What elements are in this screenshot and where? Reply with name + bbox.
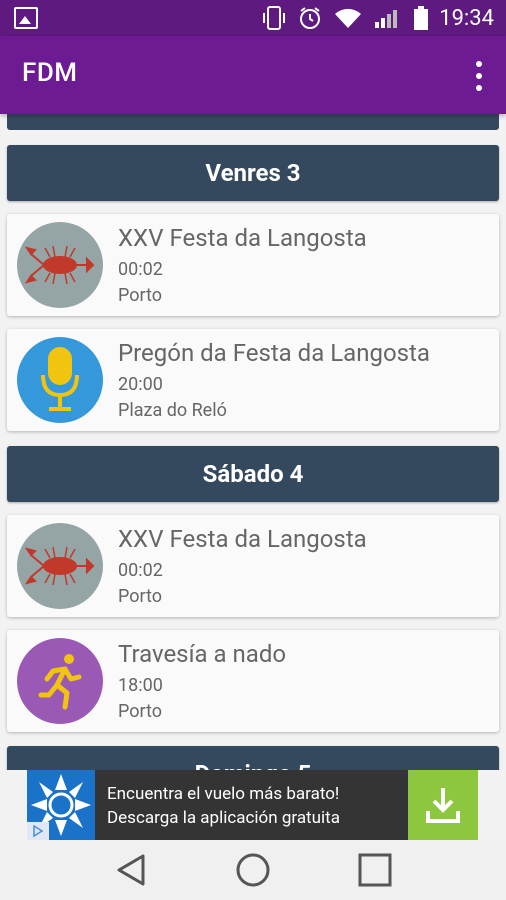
ad-line-1: Encuentra el vuelo más barato! xyxy=(107,784,340,804)
status-time: 19:34 xyxy=(439,5,494,31)
overflow-menu-icon[interactable] xyxy=(474,61,484,91)
day-header: Sábado 4 xyxy=(7,446,499,502)
signal-icon xyxy=(375,10,398,28)
event-place: Porto xyxy=(118,285,163,306)
event-title: Pregón da Festa da Langosta xyxy=(118,339,430,367)
image-notification-icon xyxy=(14,7,38,29)
microphone-icon xyxy=(17,337,103,423)
lobster-icon xyxy=(17,523,103,609)
status-bar: 19:34 xyxy=(0,0,506,36)
ad-choices-icon[interactable] xyxy=(27,822,49,840)
recents-icon[interactable] xyxy=(357,852,393,888)
lobster-icon xyxy=(17,222,103,308)
event-card[interactable]: Pregón da Festa da Langosta 20:00 Plaza … xyxy=(7,329,499,431)
event-title: Travesía a nado xyxy=(118,640,287,668)
day-header: Domingo 5 xyxy=(7,746,499,770)
day-header-partial xyxy=(7,114,499,130)
ad-banner[interactable]: Encuentra el vuelo más barato! Descarga … xyxy=(27,770,478,840)
ad-line-2: Descarga la aplicación gratuita xyxy=(107,808,340,828)
event-list[interactable]: Venres 3 XXV Festa da Langosta 00:02 Por… xyxy=(0,114,506,770)
runner-icon xyxy=(17,638,103,724)
wifi-icon xyxy=(335,8,362,28)
alarm-icon xyxy=(300,7,321,29)
battery-icon xyxy=(414,6,429,30)
app-title: FDM xyxy=(22,58,78,88)
vibrate-icon xyxy=(263,6,286,30)
ad-text: Encuentra el vuelo más barato! Descarga … xyxy=(107,782,340,830)
event-time: 18:00 xyxy=(118,675,163,696)
event-time: 00:02 xyxy=(118,259,163,280)
status-icons: 19:34 xyxy=(261,4,494,32)
event-time: 20:00 xyxy=(118,374,163,395)
back-icon[interactable] xyxy=(113,852,149,888)
event-time: 00:02 xyxy=(118,560,163,581)
navigation-bar xyxy=(0,840,506,900)
event-card[interactable]: XXV Festa da Langosta 00:02 Porto xyxy=(7,515,499,617)
app-bar: FDM xyxy=(0,36,506,114)
event-place: Porto xyxy=(118,586,163,607)
day-header: Venres 3 xyxy=(7,145,499,201)
event-place: Plaza do Reló xyxy=(118,400,227,421)
home-icon[interactable] xyxy=(235,852,271,888)
event-title: XXV Festa da Langosta xyxy=(118,224,367,252)
download-icon[interactable] xyxy=(408,770,478,840)
event-place: Porto xyxy=(118,701,163,722)
event-card[interactable]: Travesía a nado 18:00 Porto xyxy=(7,630,499,732)
event-card[interactable]: XXV Festa da Langosta 00:02 Porto xyxy=(7,214,499,316)
event-title: XXV Festa da Langosta xyxy=(118,525,367,553)
